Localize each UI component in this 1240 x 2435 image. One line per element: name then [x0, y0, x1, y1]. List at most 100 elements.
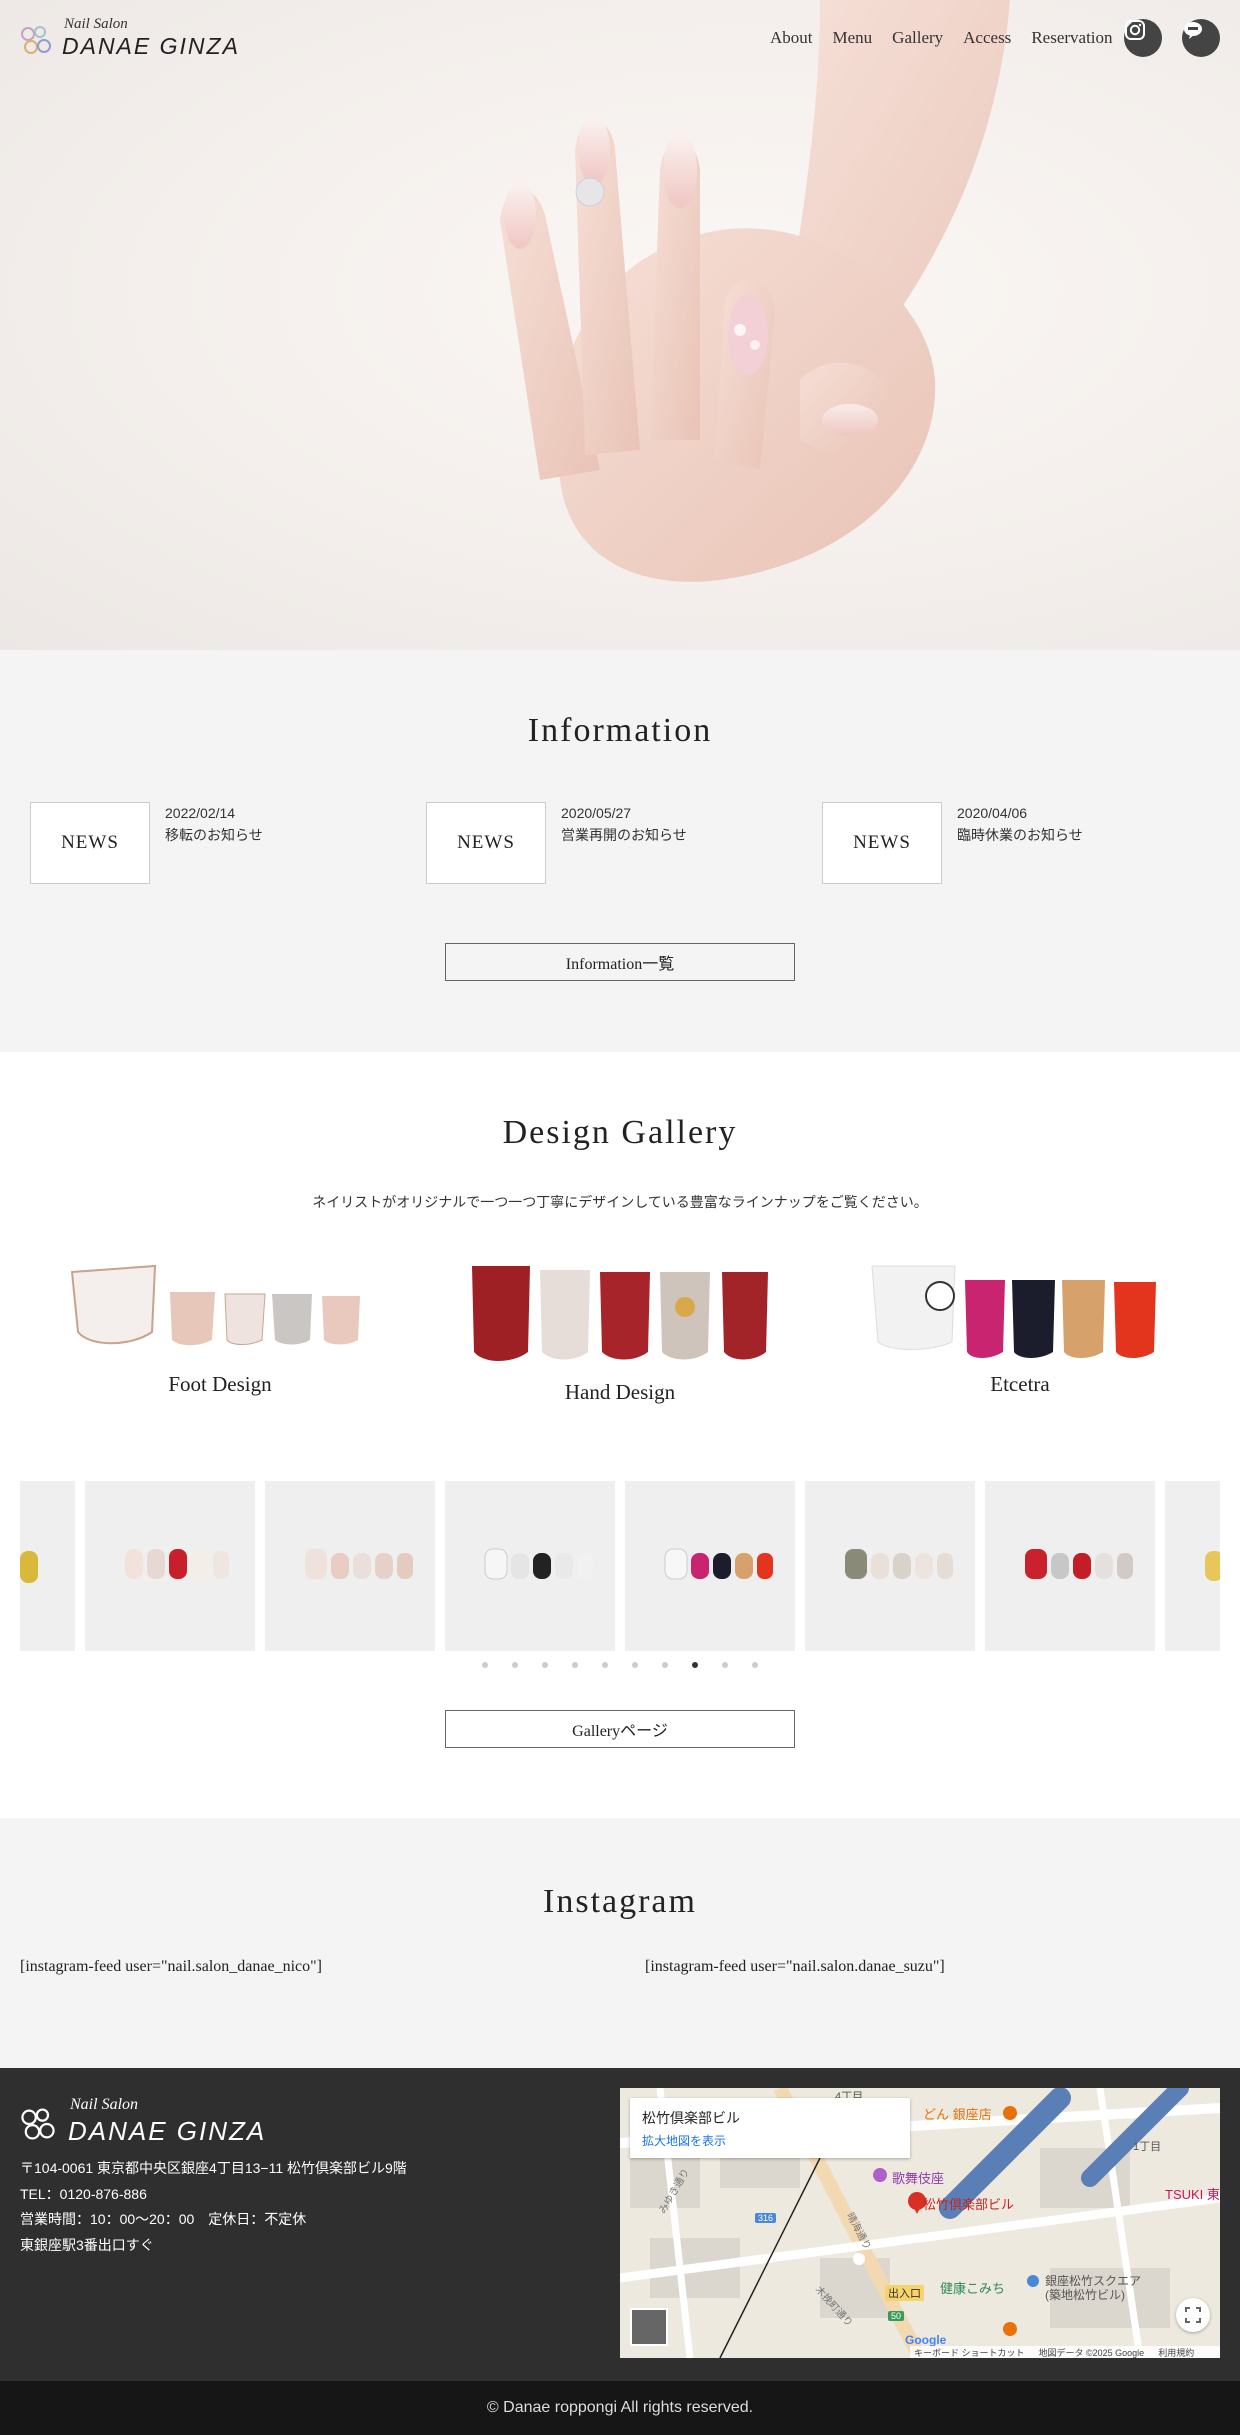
news-title-link[interactable]: 営業再開のお知らせ	[561, 825, 687, 845]
map-label: TSUKI 東	[1165, 2187, 1220, 2202]
nav-gallery[interactable]: Gallery	[892, 28, 943, 48]
map-terms-link[interactable]: 利用規約	[1158, 2346, 1194, 2358]
footer-logo[interactable]: Nail Salon DANAE GINZA	[18, 2096, 308, 2146]
carousel-dot-active[interactable]	[692, 1662, 698, 1668]
category-label: Hand Design	[564, 1380, 676, 1404]
nav-menu[interactable]: Menu	[833, 28, 873, 48]
carousel-dot[interactable]	[602, 1662, 608, 1668]
carousel-dot[interactable]	[512, 1662, 518, 1668]
carousel-slide[interactable]	[265, 1481, 435, 1651]
category-label: Foot Design	[168, 1372, 272, 1396]
nail-sample-image	[664, 1548, 773, 1580]
instagram-feed-shortcode: [instagram-feed user="nail.salon.danae_s…	[645, 1958, 945, 1975]
news-badge[interactable]: NEWS	[30, 802, 150, 884]
news-badge[interactable]: NEWS	[822, 802, 942, 884]
footer-hours: 営業時間：10：00〜20：00 定休日：不定休	[20, 2211, 307, 2227]
line-button[interactable]	[1182, 19, 1220, 57]
nav-access[interactable]: Access	[963, 28, 1011, 48]
nail-sample-image	[1025, 1549, 1133, 1579]
hand-nail-photo	[500, 0, 1010, 582]
logo-rings-icon	[21, 26, 51, 54]
map-place-name: 松竹倶楽部ビル	[642, 2110, 740, 2126]
news-badge[interactable]: NEWS	[426, 802, 546, 884]
logo-big-text: DANAE GINZA	[62, 33, 240, 59]
information-title: Information	[527, 712, 713, 749]
footer-access: 東銀座駅3番出口すぐ	[20, 2237, 154, 2253]
map-keyboard-shortcuts[interactable]: キーボード ショートカット	[914, 2346, 1025, 2358]
nail-sample-image	[484, 1548, 593, 1580]
category-foot-design[interactable]: Foot Design	[60, 1252, 380, 1402]
news-title-link[interactable]: 臨時休業のお知らせ	[957, 825, 1083, 845]
carousel-dot[interactable]	[482, 1662, 488, 1668]
carousel-dot[interactable]	[722, 1662, 728, 1668]
carousel-dot[interactable]	[542, 1662, 548, 1668]
carousel-dot[interactable]	[572, 1662, 578, 1668]
logo-small-text: Nail Salon	[64, 16, 128, 32]
nail-sample-image	[845, 1549, 953, 1579]
footer-address: 〒104-0061 東京都中央区銀座4丁目13−11 松竹倶楽部ビル9階	[20, 2160, 407, 2176]
nail-sample-image	[1205, 1551, 1220, 1581]
design-gallery-section: Design Gallery ネイリストがオリジナルで一つ一つ丁寧にデザインして…	[0, 1052, 1240, 1818]
news-title-link[interactable]: 移転のお知らせ	[165, 825, 263, 845]
map-fullscreen-button[interactable]	[1176, 2298, 1210, 2332]
google-logo: Google	[905, 2333, 947, 2347]
carousel-slide[interactable]	[625, 1481, 795, 1651]
logo-big-text: DANAE GINZA	[68, 2116, 267, 2146]
category-etcetra[interactable]: Etcetra	[860, 1252, 1180, 1402]
nav-about[interactable]: About	[770, 28, 813, 48]
information-section: Information NEWS 2022/02/14 移転のお知らせ NEWS…	[0, 650, 1240, 1052]
map-label: 歌舞伎座	[892, 2171, 945, 2186]
map-label: 1丁目	[1133, 2141, 1162, 2153]
carousel-slide[interactable]	[985, 1481, 1155, 1651]
carousel-slide[interactable]	[20, 1481, 75, 1651]
gallery-page-button[interactable]: Galleryページ	[445, 1710, 795, 1748]
information-list-button[interactable]: Information一覧	[445, 943, 795, 981]
news-date: 2020/05/27	[561, 805, 632, 821]
category-hand-design[interactable]: Hand Design	[460, 1252, 780, 1412]
map-label: 健康こみち	[940, 2281, 1006, 2296]
site-logo[interactable]: Nail Salon DANAE GINZA	[18, 16, 268, 62]
gallery-title: Design Gallery	[502, 1114, 738, 1151]
map-place-card: 松竹倶楽部ビル 拡大地図を表示	[630, 2098, 910, 2158]
logo-rings-icon	[21, 2108, 55, 2140]
map-label: (築地松竹ビル)	[1045, 2288, 1125, 2302]
carousel-slide[interactable]	[1165, 1481, 1220, 1651]
footer-tel: TEL：0120-876-886	[20, 2186, 147, 2202]
map-attribution-bar: キーボード ショートカット 地図データ ©2025 Google 利用規約	[910, 2346, 1220, 2358]
logo-small-text: Nail Salon	[70, 2096, 139, 2113]
hero-banner: Nail Salon DANAE GINZA About Menu Galler…	[0, 0, 1240, 650]
copyright-text: © Danae roppongi All rights reserved.	[486, 2399, 754, 2416]
nail-sample-image	[305, 1549, 413, 1579]
main-nav: About Menu Gallery Access Reservation	[770, 22, 1133, 54]
foot-nails-image	[70, 1264, 360, 1346]
site-footer: Nail Salon DANAE GINZA 〒104-0061 東京都中央区銀…	[0, 2068, 1240, 2381]
instagram-button[interactable]	[1124, 19, 1162, 57]
carousel-slide[interactable]	[85, 1481, 255, 1651]
map-label: 出入口	[885, 2285, 924, 2301]
line-icon	[1184, 22, 1202, 39]
map-layer-toggle[interactable]	[630, 2308, 668, 2346]
etcetra-nails-image	[871, 1265, 1156, 1358]
route-badge: 50	[888, 2311, 905, 2321]
copyright-bar: © Danae roppongi All rights reserved.	[0, 2381, 1240, 2435]
gallery-description: ネイリストがオリジナルで一つ一つ丁寧にデザインしている豊富なラインナップをご覧く…	[312, 1196, 928, 1211]
carousel-dot[interactable]	[632, 1662, 638, 1668]
carousel-dot[interactable]	[662, 1662, 668, 1668]
carousel-slide[interactable]	[445, 1481, 615, 1651]
map-enlarge-link[interactable]: 拡大地図を表示	[642, 2132, 726, 2149]
instagram-feed-shortcode: [instagram-feed user="nail.salon_danae_n…	[20, 1958, 322, 1975]
news-date: 2020/04/06	[957, 805, 1028, 821]
carousel-slide[interactable]	[805, 1481, 975, 1651]
hand-nails-image	[472, 1266, 768, 1361]
map-label: どん 銀座店	[923, 2107, 992, 2122]
news-date: 2022/02/14	[165, 805, 236, 821]
nav-reservation[interactable]: Reservation	[1031, 28, 1112, 48]
map-label: 松竹倶楽部ビル	[923, 2197, 1015, 2212]
instagram-icon	[1125, 20, 1145, 40]
map-data-credit: 地図データ ©2025 Google	[1038, 2348, 1145, 2358]
nail-sample-image	[20, 1551, 38, 1583]
fullscreen-icon	[1185, 2307, 1201, 2323]
carousel-dot[interactable]	[752, 1662, 758, 1668]
route-badge: 316	[755, 2213, 777, 2223]
google-map[interactable]: 松竹倶楽部ビル 歌舞伎座 銀座松竹スクエア (築地松竹ビル) 健康こみち 出入口…	[620, 2088, 1220, 2358]
